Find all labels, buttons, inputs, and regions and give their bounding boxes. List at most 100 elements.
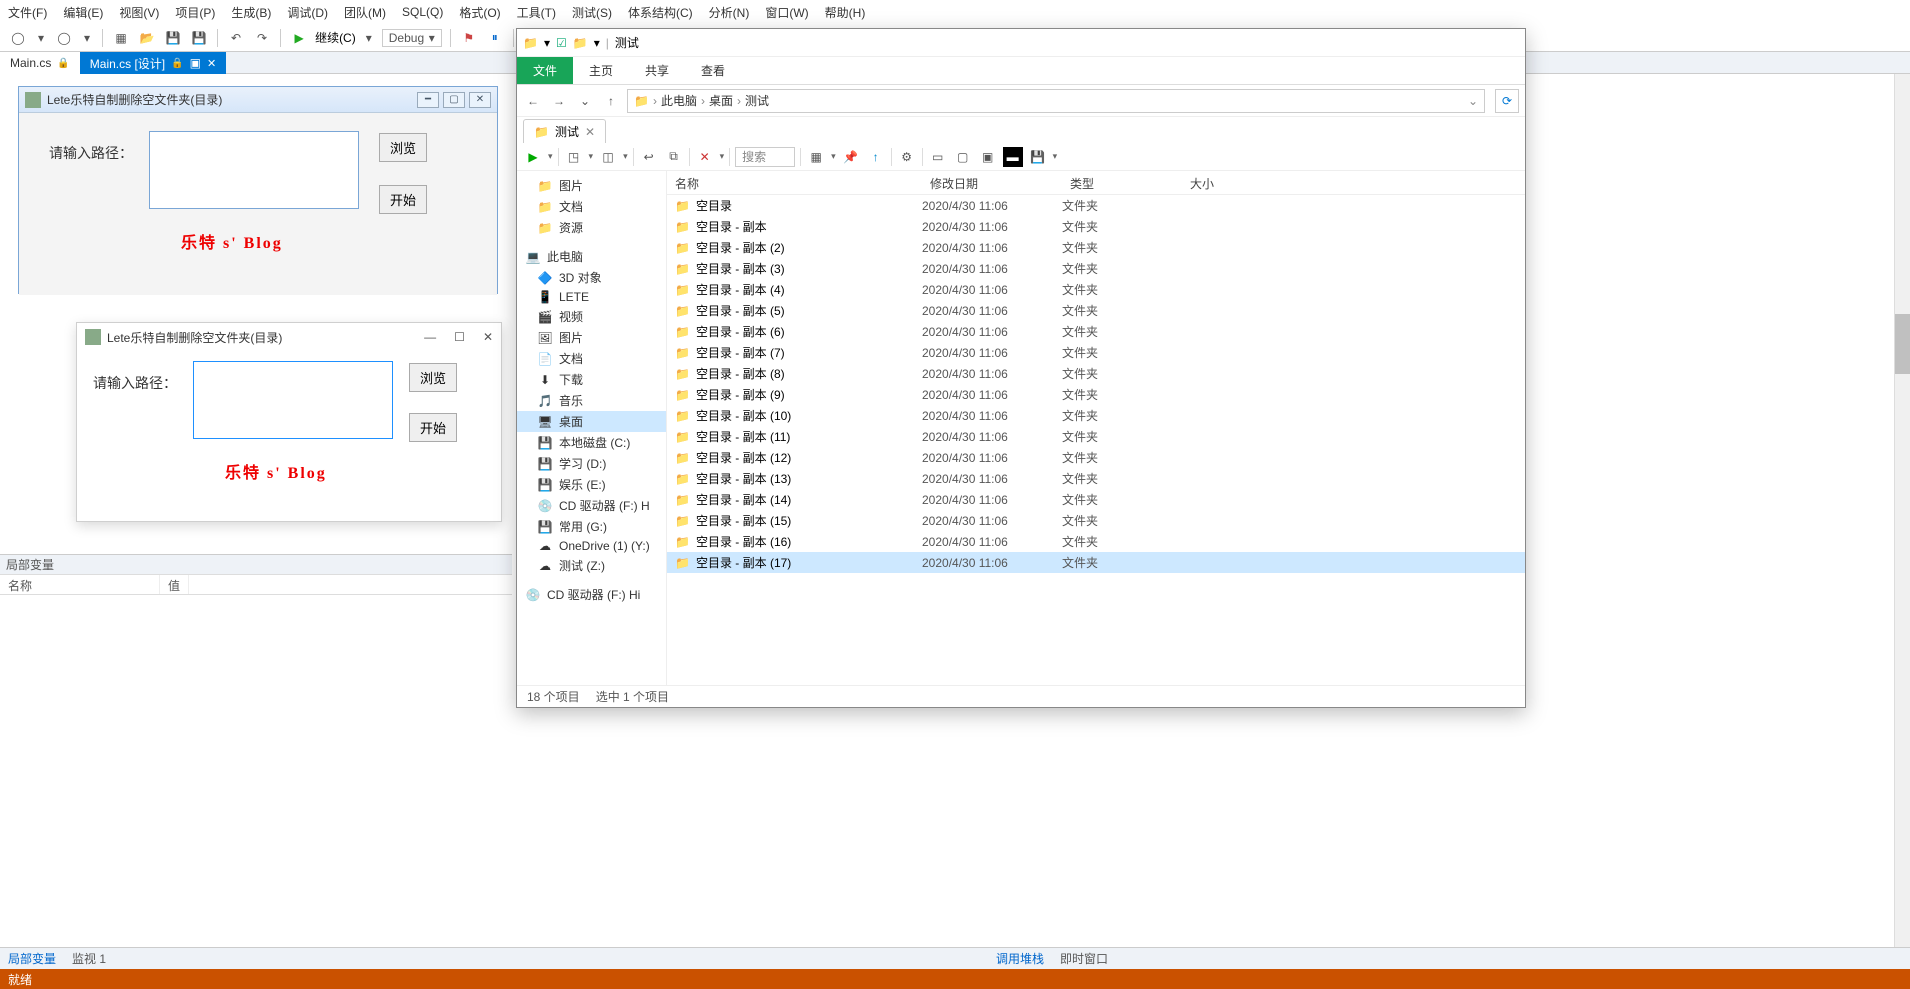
list-row[interactable]: 📁空目录 - 副本 (15)2020/4/30 11:06文件夹 xyxy=(667,510,1525,531)
tree-item[interactable]: 💿CD 驱动器 (F:) H xyxy=(517,495,666,516)
tab-main-cs[interactable]: Main.cs 🔒 xyxy=(0,52,80,74)
layout-icon[interactable]: ▭ xyxy=(928,147,948,167)
continue-label[interactable]: 继续(C) xyxy=(315,29,356,46)
file-explorer-window[interactable]: 📁 ▾ ☑ 📁 ▾ | 测试 文件 主页 共享 查看 ← → ⌄ ↑ 📁 › 此… xyxy=(516,28,1526,708)
tree-item[interactable]: 📄文档 xyxy=(517,348,666,369)
close-icon[interactable]: ✕ xyxy=(469,92,491,108)
list-row[interactable]: 📁空目录 - 副本 (9)2020/4/30 11:06文件夹 xyxy=(667,384,1525,405)
menu-item[interactable]: 工具(T) xyxy=(517,4,556,21)
list-row[interactable]: 📁空目录 - 副本 (7)2020/4/30 11:06文件夹 xyxy=(667,342,1525,363)
start-button[interactable]: 开始 xyxy=(409,413,457,442)
pin-icon[interactable]: 🔒 xyxy=(171,58,183,69)
dropdown-icon[interactable]: ▾ xyxy=(362,31,376,45)
menu-item[interactable]: 项目(P) xyxy=(175,4,215,21)
col-size[interactable]: 大小 xyxy=(1182,171,1262,194)
col-type[interactable]: 类型 xyxy=(1062,171,1182,194)
tab-watch[interactable]: 监视 1 xyxy=(64,950,114,967)
tree-item[interactable]: ☁OneDrive (1) (Y:) xyxy=(517,537,666,555)
nav-back-icon[interactable]: ◯ xyxy=(8,28,28,48)
save-all-icon[interactable]: 💾 xyxy=(189,28,209,48)
runtime-titlebar[interactable]: Lete乐特自制删除空文件夹(目录) — ☐ ✕ xyxy=(77,323,501,351)
menu-item[interactable]: 文件(F) xyxy=(8,4,47,21)
list-row[interactable]: 📁空目录 - 副本 (2)2020/4/30 11:06文件夹 xyxy=(667,237,1525,258)
menu-item[interactable]: 测试(S) xyxy=(572,4,612,21)
breadcrumb-item[interactable]: 桌面 xyxy=(709,92,733,109)
delete-icon[interactable]: ✕ xyxy=(695,147,715,167)
search-input[interactable]: 搜索 xyxy=(735,147,795,167)
menu-item[interactable]: 视图(V) xyxy=(119,4,159,21)
tab-immediate[interactable]: 即时窗口 xyxy=(1052,950,1116,967)
list-row[interactable]: 📁空目录 - 副本2020/4/30 11:06文件夹 xyxy=(667,216,1525,237)
tree-item[interactable]: ☁测试 (Z:) xyxy=(517,555,666,576)
tree-item[interactable]: 💾学习 (D:) xyxy=(517,453,666,474)
title-dropdown-icon[interactable]: ▾ xyxy=(594,36,600,50)
nav-recent-icon[interactable]: ⌄ xyxy=(575,94,595,108)
menu-item[interactable]: 编辑(E) xyxy=(63,4,103,21)
nav-up-icon[interactable]: ↑ xyxy=(601,94,621,108)
tool-icon[interactable]: ↩ xyxy=(639,147,659,167)
tree-item[interactable]: 📁图片 xyxy=(517,175,666,196)
menu-item[interactable]: 团队(M) xyxy=(344,4,386,21)
nav-fwd-icon[interactable]: → xyxy=(549,94,569,108)
list-row[interactable]: 📁空目录2020/4/30 11:06文件夹 xyxy=(667,195,1525,216)
path-textbox[interactable] xyxy=(149,131,359,209)
menu-item[interactable]: 体系结构(C) xyxy=(628,4,693,21)
tree-item[interactable]: 💾常用 (G:) xyxy=(517,516,666,537)
blog-link[interactable]: 乐特 s' Blog xyxy=(181,229,283,253)
tree-item[interactable]: 📁文档 xyxy=(517,196,666,217)
maximize-icon[interactable]: ☐ xyxy=(454,330,465,344)
tab-callstack[interactable]: 调用堆栈 xyxy=(988,950,1052,967)
address-bar[interactable]: 📁 › 此电脑 › 桌面 › 测试 ⌄ xyxy=(627,89,1485,113)
tree-item[interactable]: 🖥桌面 xyxy=(517,411,666,432)
list-row[interactable]: 📁空目录 - 副本 (12)2020/4/30 11:06文件夹 xyxy=(667,447,1525,468)
blog-link[interactable]: 乐特 s' Blog xyxy=(225,459,327,483)
save-icon[interactable]: 💾 xyxy=(1028,147,1048,167)
dropdown-icon[interactable]: ▾ xyxy=(80,31,94,45)
tree-item[interactable]: 💿CD 驱动器 (F:) Hi xyxy=(517,584,666,605)
ribbon-tab-file[interactable]: 文件 xyxy=(517,57,573,84)
undo-icon[interactable]: ↶ xyxy=(226,28,246,48)
nav-fwd-icon[interactable]: ◯ xyxy=(54,28,74,48)
menu-item[interactable]: 调试(D) xyxy=(287,4,328,21)
close-icon[interactable]: ✕ xyxy=(207,57,216,70)
copy-icon[interactable]: ⧉ xyxy=(664,147,684,167)
scrollbar[interactable] xyxy=(1894,74,1910,947)
gear-icon[interactable]: ⚙ xyxy=(897,147,917,167)
tab-main-cs-design[interactable]: Main.cs [设计] 🔒 ▣ ✕ xyxy=(80,52,226,74)
pin-icon[interactable]: 📌 xyxy=(841,147,861,167)
tool-icon[interactable]: ◳ xyxy=(564,147,584,167)
list-row[interactable]: 📁空目录 - 副本 (4)2020/4/30 11:06文件夹 xyxy=(667,279,1525,300)
terminal-icon[interactable]: ▬ xyxy=(1003,147,1023,167)
tool-icon[interactable]: ◫ xyxy=(598,147,618,167)
browse-button[interactable]: 浏览 xyxy=(409,363,457,392)
save-icon[interactable]: 💾 xyxy=(163,28,183,48)
minimize-icon[interactable]: ━ xyxy=(417,92,439,108)
new-window-icon[interactable]: ▣ xyxy=(190,56,201,70)
runtime-form[interactable]: Lete乐特自制删除空文件夹(目录) — ☐ ✕ 请输入路径： 浏览 开始 乐特… xyxy=(76,322,502,522)
designer-form[interactable]: Lete乐特自制删除空文件夹(目录) ━ ▢ ✕ 请输入路径： 浏览 开始 乐特… xyxy=(18,86,498,294)
tree-item[interactable]: 💾娱乐 (E:) xyxy=(517,474,666,495)
title-dropdown-icon[interactable]: ▾ xyxy=(544,36,550,50)
tool-icon[interactable]: ▦ xyxy=(806,147,826,167)
dropdown-icon[interactable]: ▾ xyxy=(34,31,48,45)
step-icon[interactable]: ⏸ xyxy=(485,28,505,48)
tab-locals[interactable]: 局部变量 xyxy=(0,950,64,967)
breakpoint-icon[interactable]: ⚑ xyxy=(459,28,479,48)
close-icon[interactable]: ✕ xyxy=(483,330,493,344)
layout-icon[interactable]: ▣ xyxy=(978,147,998,167)
start-button[interactable]: 开始 xyxy=(379,185,427,214)
list-row[interactable]: 📁空目录 - 副本 (14)2020/4/30 11:06文件夹 xyxy=(667,489,1525,510)
menu-item[interactable]: 窗口(W) xyxy=(765,4,808,21)
tree-item[interactable]: 💾本地磁盘 (C:) xyxy=(517,432,666,453)
explorer-titlebar[interactable]: 📁 ▾ ☑ 📁 ▾ | 测试 xyxy=(517,29,1525,57)
menu-item[interactable]: 分析(N) xyxy=(709,4,750,21)
qat-checkbox-icon[interactable]: ☑ xyxy=(556,36,567,50)
folder-tab[interactable]: 📁 测试 ✕ xyxy=(523,119,606,143)
list-row[interactable]: 📁空目录 - 副本 (13)2020/4/30 11:06文件夹 xyxy=(667,468,1525,489)
list-row[interactable]: 📁空目录 - 副本 (10)2020/4/30 11:06文件夹 xyxy=(667,405,1525,426)
tree-item[interactable]: 🖼图片 xyxy=(517,327,666,348)
tree-item[interactable]: 🔷3D 对象 xyxy=(517,267,666,288)
tree-item[interactable]: 💻此电脑 xyxy=(517,246,666,267)
minimize-icon[interactable]: — xyxy=(424,330,436,344)
breadcrumb-item[interactable]: 测试 xyxy=(745,92,769,109)
